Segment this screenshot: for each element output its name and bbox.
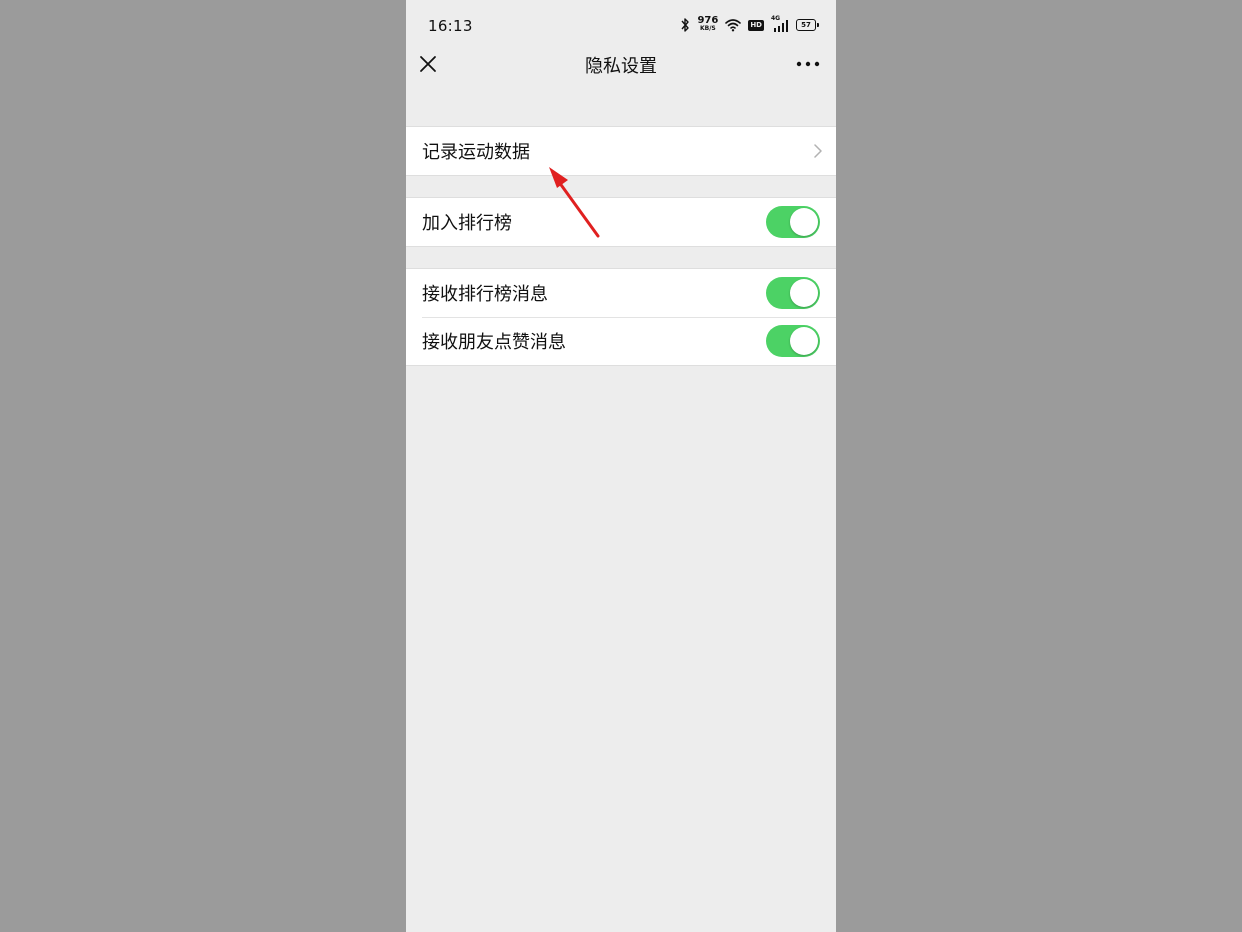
status-time: 16:13 [428, 17, 473, 35]
record-sport-data-item[interactable]: 记录运动数据 [406, 127, 836, 175]
cellular-signal: 4G [771, 15, 789, 33]
network-speed: 976 KB/S [697, 15, 719, 33]
phone-screen: 16:13 976 KB/S HD 4G 57 隐私设置 记录运动数据 加入排行… [406, 0, 836, 932]
settings-group-messages: 接收排行榜消息 接收朋友点赞消息 [406, 268, 836, 366]
record-sport-data-label: 记录运动数据 [422, 142, 530, 163]
leaderboard-messages-label: 接收排行榜消息 [422, 284, 548, 305]
bluetooth-icon [681, 18, 690, 32]
battery-level: 57 [801, 21, 811, 29]
battery-icon: 57 [796, 19, 819, 31]
toggle-knob [790, 279, 818, 307]
leaderboard-messages-item: 接收排行榜消息 [406, 269, 836, 317]
network-speed-unit: KB/S [700, 25, 716, 32]
hd-badge: HD [748, 19, 764, 31]
chevron-right-icon [814, 144, 822, 158]
friend-likes-messages-toggle[interactable] [766, 325, 820, 357]
leaderboard-messages-toggle[interactable] [766, 277, 820, 309]
toggle-knob [790, 327, 818, 355]
signal-icon [774, 20, 788, 32]
toggle-knob [790, 208, 818, 236]
settings-group-record: 记录运动数据 [406, 126, 836, 176]
more-icon[interactable] [796, 54, 820, 74]
settings-group-leaderboard: 加入排行榜 [406, 197, 836, 247]
friend-likes-messages-label: 接收朋友点赞消息 [422, 332, 566, 353]
join-leaderboard-toggle[interactable] [766, 206, 820, 238]
page-title: 隐私设置 [585, 56, 657, 77]
wifi-icon [725, 19, 742, 32]
network-speed-value: 976 [697, 15, 719, 26]
join-leaderboard-item: 加入排行榜 [406, 198, 836, 246]
friend-likes-messages-item: 接收朋友点赞消息 [406, 317, 836, 365]
nav-bar: 隐私设置 [406, 40, 836, 90]
join-leaderboard-label: 加入排行榜 [422, 213, 512, 234]
status-icons: 976 KB/S HD 4G 57 [680, 15, 819, 35]
